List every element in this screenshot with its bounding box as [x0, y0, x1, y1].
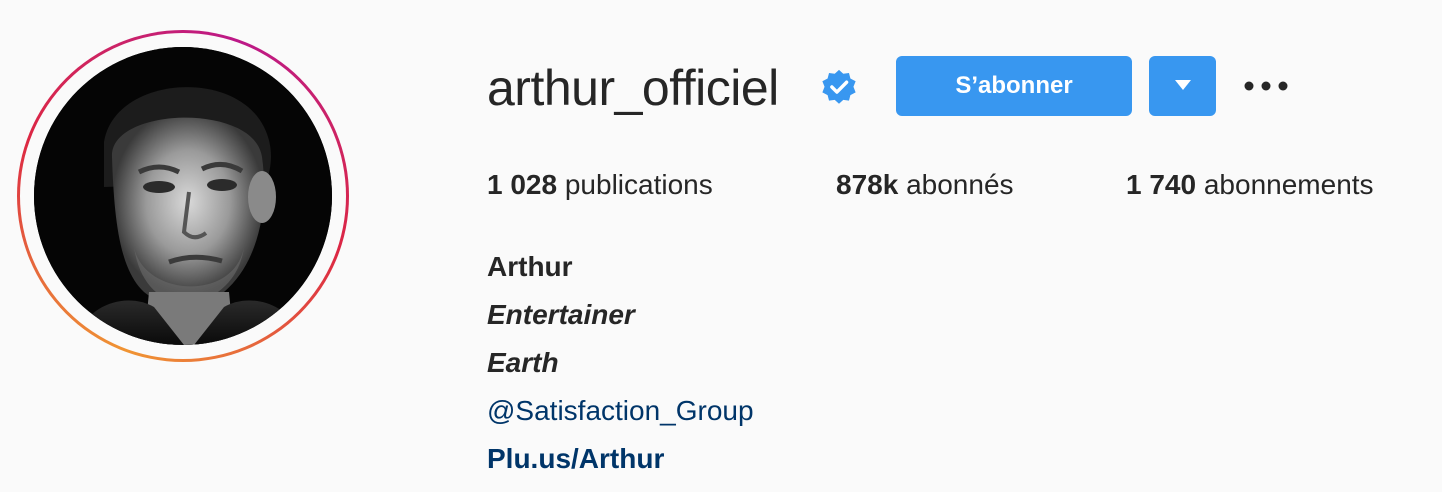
stat-posts: 1 028 publications	[487, 166, 713, 204]
profile-header: arthur_officiel S’abonner 1 028 publicat…	[0, 0, 1442, 492]
followers-label: abonnés	[906, 169, 1014, 200]
profile-full-name: Arthur	[487, 251, 573, 282]
follow-button[interactable]: S’abonner	[896, 56, 1132, 116]
caret-down-icon	[1174, 79, 1192, 94]
posts-label: publications	[564, 169, 713, 200]
more-options-button[interactable]	[1240, 70, 1292, 104]
bio-line-occupation: Entertainer	[487, 299, 635, 330]
followers-count: 878k	[836, 169, 899, 200]
following-count: 1 740	[1126, 169, 1197, 200]
stat-following[interactable]: 1 740 abonnements	[1126, 166, 1374, 204]
verified-badge-icon	[820, 68, 858, 106]
profile-username: arthur_officiel	[487, 60, 779, 116]
more-options-icon	[1244, 78, 1288, 96]
bio-website-link[interactable]: Plu.us/Arthur	[487, 441, 664, 477]
bio-line-location: Earth	[487, 347, 559, 378]
stat-followers[interactable]: 878k abonnés	[836, 166, 1014, 204]
avatar-portrait-image	[34, 47, 332, 345]
avatar[interactable]	[34, 47, 332, 345]
suggested-accounts-dropdown-button[interactable]	[1149, 56, 1216, 116]
bio-mention-link[interactable]: @Satisfaction_Group	[487, 393, 754, 429]
avatar-story-ring[interactable]	[17, 30, 349, 362]
posts-count: 1 028	[487, 169, 558, 200]
following-label: abonnements	[1203, 169, 1374, 200]
